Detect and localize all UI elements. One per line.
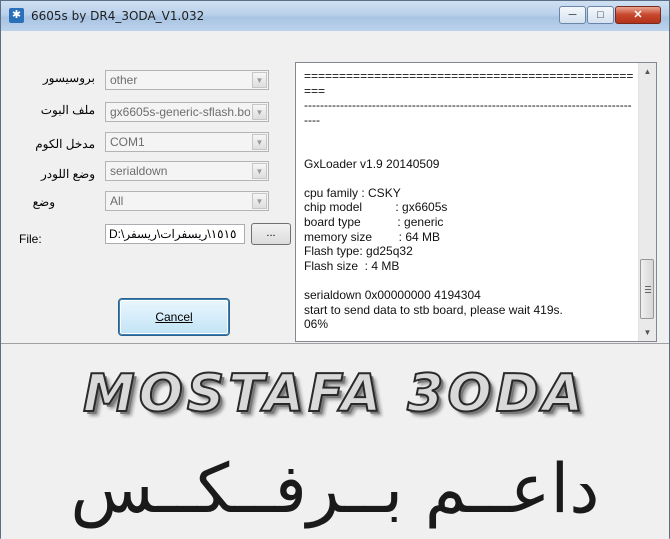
minimize-button[interactable]: ─ bbox=[559, 6, 586, 24]
mode-label: وضع bbox=[32, 195, 55, 209]
scroll-up-icon[interactable]: ▲ bbox=[639, 63, 656, 80]
chevron-down-icon[interactable]: ▼ bbox=[252, 193, 267, 209]
chevron-down-icon[interactable]: ▼ bbox=[252, 134, 267, 150]
file-path-input[interactable]: D:\١٥١٥\ريسفرات\ريسفر bbox=[105, 224, 245, 244]
browse-button[interactable]: ... bbox=[251, 223, 291, 245]
mode-value: All bbox=[110, 194, 124, 208]
log-panel[interactable]: ========================================… bbox=[295, 62, 657, 342]
scroll-thumb[interactable] bbox=[640, 259, 654, 319]
title-bar[interactable]: ✱ 6605s by DR4_3ODA_V1.032 ─ □ ✕ bbox=[1, 1, 669, 31]
cancel-button[interactable]: Cancel bbox=[119, 299, 229, 335]
log-scrollbar[interactable]: ▲ ▼ bbox=[638, 63, 656, 341]
maximize-button[interactable]: □ bbox=[587, 6, 614, 24]
com-port-label: مدخل الكوم bbox=[35, 137, 95, 151]
grip-line bbox=[645, 292, 651, 293]
loader-mode-value: serialdown bbox=[110, 164, 168, 178]
scroll-down-icon[interactable]: ▼ bbox=[639, 324, 656, 341]
processor-value: other bbox=[110, 73, 138, 87]
log-text: ========================================… bbox=[304, 69, 634, 332]
boot-file-value: gx6605s-generic-sflash.boot bbox=[110, 105, 250, 119]
loader-mode-label: وضع اللودر bbox=[40, 167, 95, 181]
brand-banner: MOSTAFA 3ODA داعــم بــرفــكــس bbox=[1, 346, 669, 539]
main-window: ✱ 6605s by DR4_3ODA_V1.032 ─ □ ✕ بروسيسو… bbox=[0, 0, 670, 539]
chevron-down-icon[interactable]: ▼ bbox=[252, 72, 267, 88]
brand-arabic-text: داعــم بــرفــكــس bbox=[70, 450, 600, 529]
brand-english-logo: MOSTAFA 3ODA bbox=[82, 363, 588, 425]
processor-select[interactable]: other ▼ bbox=[105, 70, 269, 90]
chevron-down-icon[interactable]: ▼ bbox=[252, 104, 267, 120]
boot-file-select[interactable]: gx6605s-generic-sflash.boot ▼ bbox=[105, 102, 269, 122]
grip-line bbox=[645, 289, 651, 290]
com-port-value: COM1 bbox=[110, 135, 145, 149]
cancel-label: Cancel bbox=[155, 310, 193, 324]
close-button[interactable]: ✕ bbox=[615, 6, 661, 24]
mode-select[interactable]: All ▼ bbox=[105, 191, 269, 211]
processor-label: بروسيسور bbox=[42, 71, 95, 85]
client-area: بروسيسور other ▼ ملف البوت gx6605s-gener… bbox=[1, 31, 669, 539]
loader-mode-select[interactable]: serialdown ▼ bbox=[105, 161, 269, 181]
app-star-icon: ✱ bbox=[9, 8, 24, 23]
file-label: File: bbox=[19, 232, 42, 246]
boot-file-label: ملف البوت bbox=[40, 103, 95, 117]
chevron-down-icon[interactable]: ▼ bbox=[252, 163, 267, 179]
window-title: 6605s by DR4_3ODA_V1.032 bbox=[31, 9, 205, 23]
grip-line bbox=[645, 286, 651, 287]
com-port-select[interactable]: COM1 ▼ bbox=[105, 132, 269, 152]
